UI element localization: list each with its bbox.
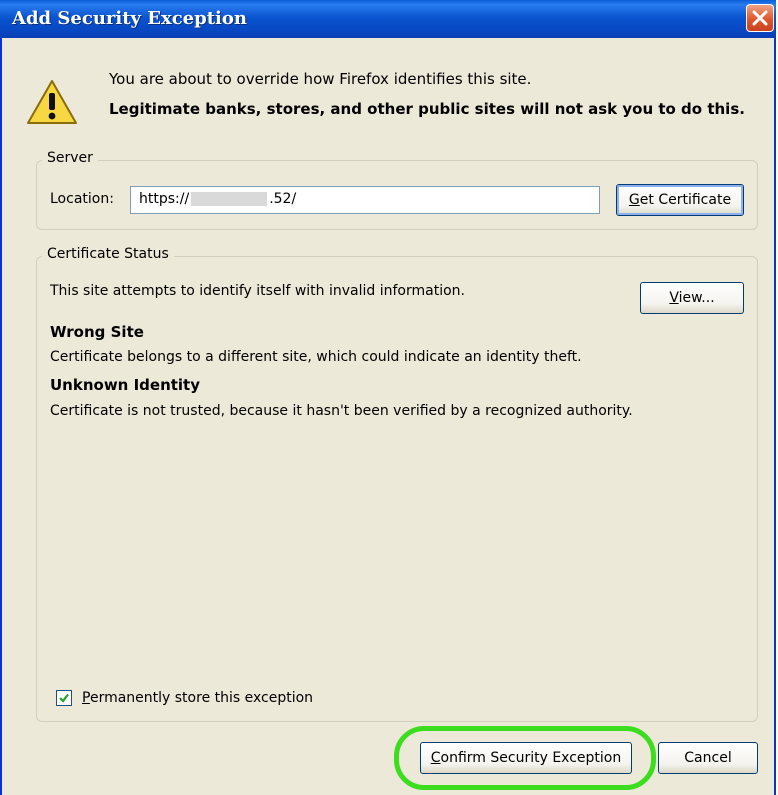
location-suffix: .52/: [269, 191, 297, 207]
unknown-identity-description: Certificate is not trusted, because it h…: [50, 403, 633, 419]
certificate-status-group-label: Certificate Status: [42, 246, 174, 262]
permanent-store-checkbox[interactable]: [56, 690, 72, 706]
view-button[interactable]: View...: [640, 282, 744, 314]
wrong-site-description: Certificate belongs to a different site,…: [50, 349, 582, 365]
cancel-button[interactable]: Cancel: [658, 742, 758, 774]
permanent-label-text: ermanently store this exception: [89, 690, 314, 706]
get-certificate-label: et Certificate: [639, 192, 732, 208]
warning-icon: [26, 78, 78, 130]
get-certificate-button[interactable]: Get Certificate: [616, 184, 744, 216]
location-input[interactable]: https:// .52/: [130, 186, 600, 214]
status-summary: This site attempts to identify itself wi…: [50, 283, 465, 299]
view-accel: V: [669, 290, 679, 306]
location-label: Location:: [50, 191, 114, 207]
redacted-host: [191, 192, 268, 206]
permanent-accel: P: [82, 690, 90, 706]
highlight-annotation: [394, 726, 656, 790]
get-certificate-accel: G: [628, 192, 640, 208]
wrong-site-heading: Wrong Site: [50, 323, 144, 341]
view-label: iew...: [678, 290, 715, 306]
close-icon: [752, 10, 768, 26]
close-button[interactable]: [746, 4, 774, 32]
permanent-store-label[interactable]: Permanently store this exception: [82, 690, 313, 706]
checkmark-icon: [59, 693, 69, 703]
title-bar[interactable]: Add Security Exception: [0, 0, 776, 38]
location-prefix: https://: [139, 191, 190, 207]
add-security-exception-dialog: Add Security Exception You are about to …: [0, 0, 776, 795]
dialog-title: Add Security Exception: [12, 8, 247, 29]
warning-emphasis: Legitimate banks, stores, and other publ…: [109, 100, 745, 118]
certificate-status-group: [36, 256, 758, 722]
warning-message: You are about to override how Firefox id…: [109, 70, 532, 88]
server-group-label: Server: [42, 150, 98, 166]
unknown-identity-heading: Unknown Identity: [50, 376, 201, 394]
